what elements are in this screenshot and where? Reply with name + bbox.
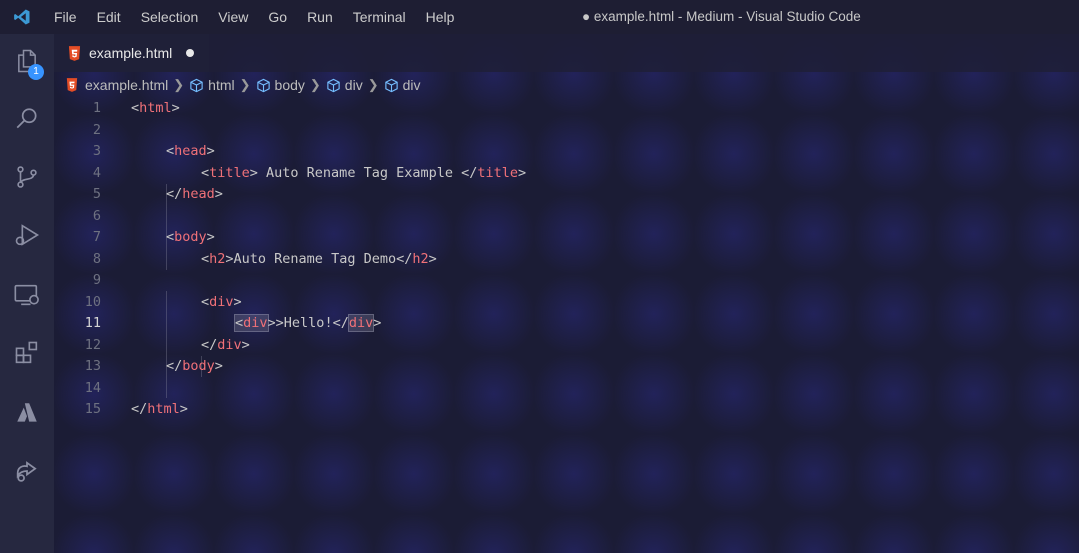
code-line-8: 8 <h2>Auto Rename Tag Demo</h2> [92, 250, 437, 267]
tab-bar: example.html [54, 34, 1079, 72]
breadcrumb-body-label: body [274, 77, 305, 93]
cube-icon [327, 78, 340, 92]
cube-icon [384, 78, 398, 92]
html5-file-icon [68, 45, 81, 61]
code-line-11: 11 <div>>Hello!</div> [84, 314, 382, 332]
code-line-2: 2 [92, 121, 101, 138]
menu-file[interactable]: File [44, 0, 87, 34]
activity-bar: 1 [0, 34, 54, 553]
chevron-right-icon: ❯ [239, 77, 251, 92]
code-line-13: 13 </body> [84, 358, 223, 374]
window-title-text: ● example.html - Medium - Visual Studio … [582, 9, 861, 24]
breadcrumb-div-inner[interactable]: div [384, 77, 421, 93]
code-line-3: 3 <head> [92, 143, 215, 159]
menu-help[interactable]: Help [416, 0, 465, 34]
html5-file-icon [66, 78, 78, 92]
menu-view[interactable]: View [208, 0, 258, 34]
tab-example-html[interactable]: example.html [54, 34, 209, 72]
title-bar: File Edit Selection View Go Run Terminal… [0, 0, 1079, 34]
vscode-logo-icon [0, 0, 44, 34]
code-editor[interactable]: 1 <html> 2 3 <head> 4 <title> Auto Rename T… [54, 98, 1079, 421]
code-line-14: 14 [84, 379, 101, 396]
code-line-12: 12 </div> [84, 336, 250, 353]
code-line-6: 6 [92, 207, 101, 224]
cube-icon [256, 78, 270, 92]
vscode-window: File Edit Selection View Go Run Terminal… [0, 0, 1079, 553]
source-control-icon[interactable] [0, 150, 54, 204]
code-line-15: 15 </html> [84, 401, 188, 417]
breadcrumb-html[interactable]: html [189, 77, 235, 93]
matching-bracket-highlight: <div [234, 314, 269, 332]
live-share-icon[interactable] [0, 444, 54, 498]
breadcrumb-file-label: example.html [85, 77, 169, 93]
code-line-1: 1 <html> [92, 100, 180, 116]
menu-selection[interactable]: Selection [131, 0, 209, 34]
explorer-badge: 1 [28, 64, 44, 80]
breadcrumb-div[interactable]: div [326, 77, 363, 93]
editor-area: example.html example.html ❯ html ❯ body [54, 34, 1079, 553]
code-line-10: 10 <div> [84, 293, 242, 310]
run-debug-icon[interactable] [0, 208, 54, 262]
breadcrumb-div-label: div [344, 77, 363, 93]
tab-label: example.html [89, 45, 173, 61]
extensions-icon[interactable] [0, 326, 54, 380]
cube-icon [190, 78, 203, 92]
breadcrumb-div-inner-label: div [402, 77, 421, 93]
breadcrumb-body[interactable]: body [256, 77, 305, 93]
code-line-9: 9 [92, 272, 101, 288]
menu-terminal[interactable]: Terminal [343, 0, 416, 34]
remote-explorer-icon[interactable] [0, 268, 54, 322]
code-line-7: 7 <body> [92, 229, 215, 245]
breadcrumb-file[interactable]: example.html [66, 77, 168, 93]
menu-go[interactable]: Go [258, 0, 297, 34]
chevron-right-icon: ❯ [309, 77, 321, 92]
menu-edit[interactable]: Edit [87, 0, 131, 34]
explorer-icon[interactable]: 1 [0, 34, 54, 88]
code-line-4: 4 <title> Auto Rename Tag Example </title… [92, 164, 527, 181]
breadcrumb-html-label: html [208, 77, 235, 93]
unsaved-dot-icon[interactable] [186, 49, 195, 57]
search-icon[interactable] [0, 92, 54, 146]
code-line-5: 5 </head> [92, 186, 223, 202]
matching-tag-highlight: div [347, 314, 375, 332]
breadcrumb: example.html ❯ html ❯ body ❯ div ❯ div [66, 74, 421, 96]
chevron-right-icon: ❯ [173, 77, 185, 92]
chevron-right-icon: ❯ [367, 77, 379, 92]
menu-bar: File Edit Selection View Go Run Terminal… [44, 0, 464, 34]
menu-run[interactable]: Run [297, 0, 343, 34]
azure-icon[interactable] [0, 386, 54, 440]
